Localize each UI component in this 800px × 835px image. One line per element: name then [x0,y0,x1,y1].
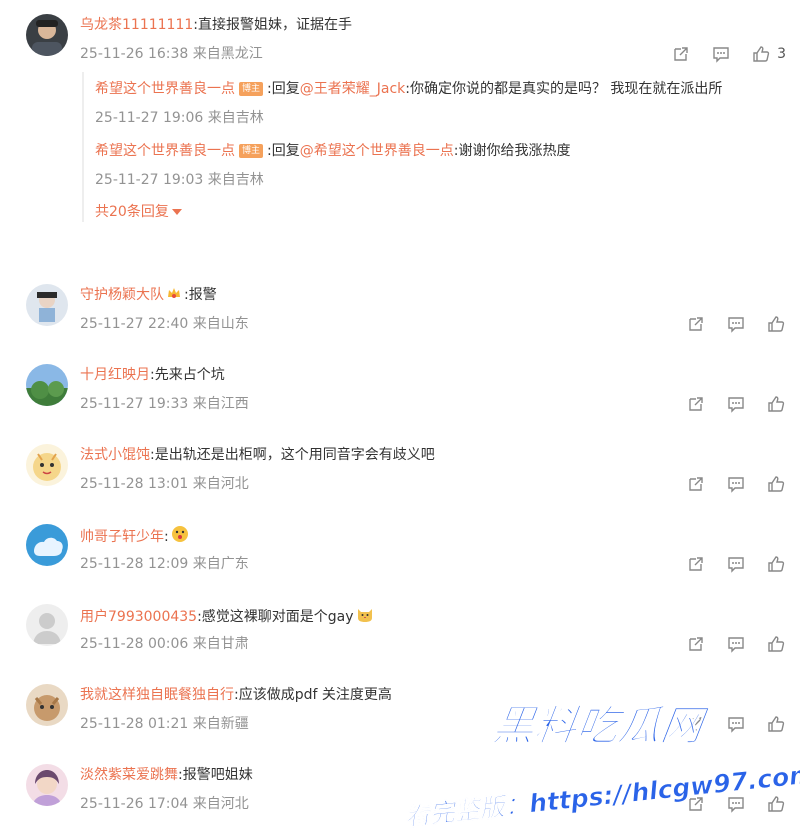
reply-username[interactable]: 希望这个世界善良一点 [95,81,235,97]
caret-down-icon [171,209,182,215]
comment-icon[interactable] [726,474,746,494]
comment-icon[interactable] [726,554,746,574]
like-icon[interactable] [766,554,786,574]
crown-emoji-icon [166,285,182,301]
reply-mention[interactable]: @王者荣耀_Jack [300,81,406,97]
comment-meta: 25-11-28 13:01 来自河北 [80,476,249,492]
comment-text: :报警吧姐妹 [178,767,253,783]
avatar[interactable] [26,764,68,806]
share-icon[interactable] [686,314,706,334]
reply-item: 希望这个世界善良一点 博主:回复@希望这个世界善良一点:谢谢你给我涨热度 25-1… [95,138,792,190]
like-icon[interactable] [766,314,786,334]
like-icon[interactable] [766,794,786,814]
comment-meta: 25-11-26 16:38 来自黑龙江 [80,46,263,62]
more-replies-link[interactable]: 共20条回复 [95,202,792,222]
avatar[interactable] [26,14,68,56]
reply-list: 希望这个世界善良一点 博主:回复@王者荣耀_Jack:你确定你说的都是真实的是吗？… [82,72,792,222]
comment-icon[interactable] [726,714,746,734]
like-count: 3 [777,46,786,62]
comment-username[interactable]: 法式小馄饨 [80,447,150,463]
comment-icon[interactable] [726,794,746,814]
avatar[interactable] [26,284,68,326]
comment-icon[interactable] [726,394,746,414]
reply-username[interactable]: 希望这个世界善良一点 [95,143,235,159]
comment-meta: 25-11-28 00:06 来自甘肃 [80,636,249,652]
share-icon[interactable] [686,394,706,414]
reply-mention[interactable]: @希望这个世界善良一点 [300,143,454,159]
reply-meta: 25-11-27 19:06 来自吉林 [95,110,264,126]
share-icon[interactable] [686,794,706,814]
like-icon[interactable] [766,394,786,414]
share-icon[interactable] [686,714,706,734]
like-icon[interactable] [751,44,771,64]
cat-emoji-icon [356,605,374,623]
avatar[interactable] [26,604,68,646]
comment-username[interactable]: 守护杨颖大队 [80,287,164,303]
reply-prefix: :回复 [267,143,300,159]
share-icon[interactable] [686,554,706,574]
comment-text: :直接报警姐妹，证据在手 [193,17,352,33]
comment-meta: 25-11-27 19:33 来自江西 [80,396,249,412]
like-icon[interactable] [766,634,786,654]
avatar[interactable] [26,524,68,566]
comment-meta: 25-11-28 01:21 来自新疆 [80,716,249,732]
comment-text: :报警 [184,287,217,303]
comment-username[interactable]: 我就这样独自眠餐独自行 [80,687,234,703]
comment-icon[interactable] [711,44,731,64]
like-icon[interactable] [766,714,786,734]
reply-item: 希望这个世界善良一点 博主:回复@王者荣耀_Jack:你确定你说的都是真实的是吗？… [95,72,792,128]
more-replies-label: 共20条回复 [95,204,169,220]
reply-prefix: :回复 [267,81,300,97]
blogger-badge: 博主 [239,82,264,96]
comment-icon[interactable] [726,634,746,654]
comment-meta: 25-11-28 12:09 来自广东 [80,556,249,572]
comment-text: :是出轨还是出柜啊，这个用同音字会有歧义吧 [150,447,435,463]
comment-username[interactable]: 淡然紫菜爱跳舞 [80,767,178,783]
reply-text: :谢谢你给我涨热度 [453,143,571,159]
reply-meta: 25-11-27 19:03 来自吉林 [95,172,264,188]
blogger-badge: 博主 [239,144,264,158]
comment-text: :应该做成pdf 关注度更高 [234,687,392,703]
comment-meta: 25-11-27 22:40 来自山东 [80,316,249,332]
share-icon[interactable] [686,634,706,654]
comment-meta: 25-11-26 17:04 来自河北 [80,796,249,812]
comment-username[interactable]: 帅哥子轩少年 [80,529,164,545]
comment-text: :感觉这裸聊对面是个gay [197,609,354,625]
avatar[interactable] [26,444,68,486]
comment-text: :先来占个坑 [150,367,225,383]
comment-icon[interactable] [726,314,746,334]
comment-username[interactable]: 十月红映月 [80,367,150,383]
comment-username[interactable]: 用户7993000435 [80,609,197,625]
reply-text: :你确定你说的都是真实的是吗？ 我现在就在派出所 [405,81,723,97]
share-icon[interactable] [671,44,691,64]
kiss-emoji-icon [171,525,189,543]
avatar[interactable] [26,364,68,406]
comment-username[interactable]: 乌龙茶11111111 [80,17,193,33]
share-icon[interactable] [686,474,706,494]
avatar[interactable] [26,684,68,726]
like-icon[interactable] [766,474,786,494]
comment-text: : [164,529,169,545]
